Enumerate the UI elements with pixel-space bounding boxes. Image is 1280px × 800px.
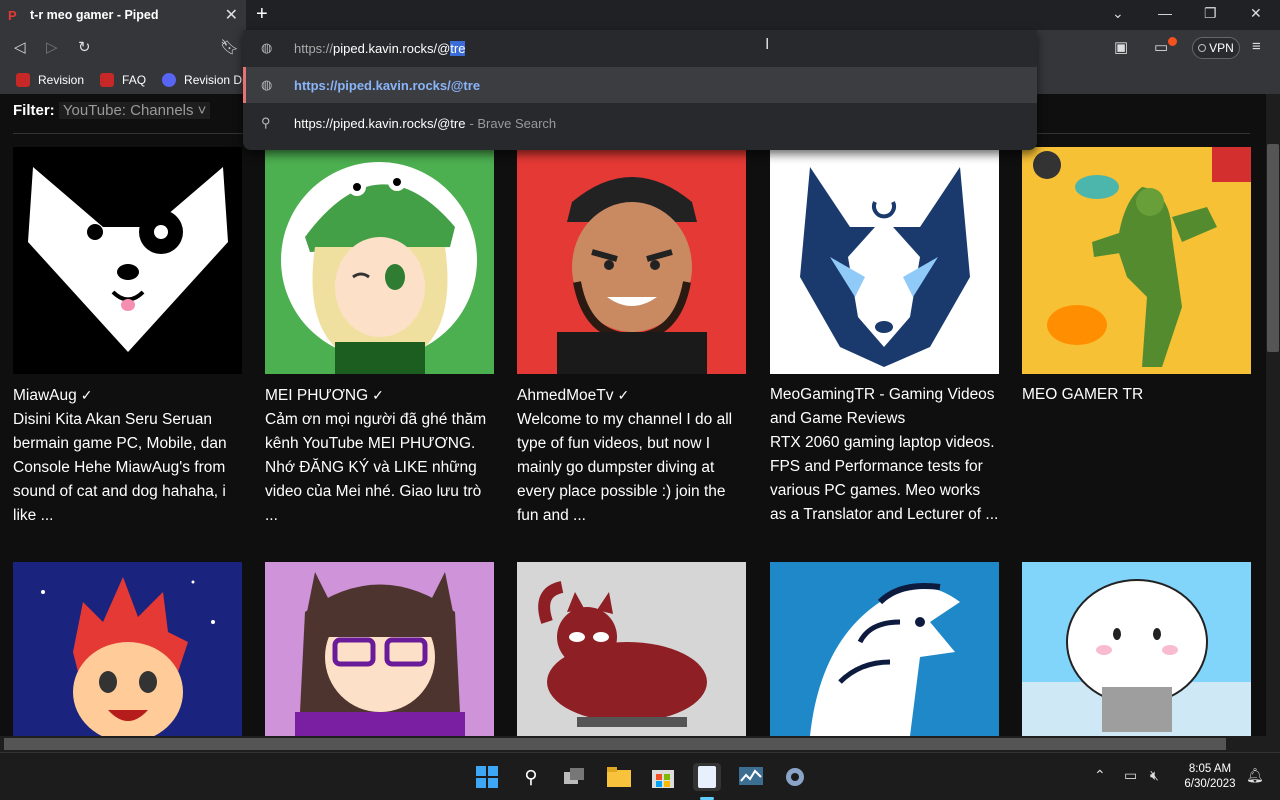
suggestion-url[interactable]: ◍ https://piped.kavin.rocks/@tre [243,67,1037,103]
bookmark-faq[interactable]: FAQ [100,73,146,87]
bookmark-revision-discord[interactable]: Revision Di [162,73,245,87]
channel-avatar-cat-ears-girl[interactable] [265,562,494,736]
vpn-label: VPN [1209,41,1234,55]
revision-favicon-icon [16,73,30,87]
url-host: piped.kavin.rocks/@ [333,40,451,56]
store-icon[interactable] [649,763,677,791]
vertical-scroll-thumb[interactable] [1267,144,1279,352]
channel-card[interactable]: AhmedMoeTv ✓ Welcome to my channel I do a… [517,147,746,528]
page-content: Filter: YouTube: Channels ˅ MiawAug ✓ Dis… [0,94,1266,736]
notepad-icon[interactable] [693,763,721,791]
channel-card[interactable]: MiawAug ✓ Disini Kita Akan Seru Seruan be… [13,147,242,528]
tab-search-chevron-icon[interactable]: ⌄ [1112,5,1124,22]
channel-name: AhmedMoeTv [517,387,614,404]
search-engine-hint: - Brave Search [469,115,557,131]
search-icon: ⚲ [261,115,271,130]
bookmark-icon[interactable]: 🔖︎ [220,38,239,56]
task-view-icon[interactable] [561,763,589,791]
close-tab-icon[interactable]: ✕ [225,5,238,25]
file-explorer-icon[interactable] [605,763,633,791]
bookmark-label: Revision Di [184,73,245,87]
text-cursor-icon: I [765,36,770,53]
horizontal-scroll-thumb[interactable] [4,738,1226,750]
channel-avatar-deadpool-cat[interactable] [517,562,746,736]
address-text: https://piped.kavin.rocks/@tre [294,40,466,56]
start-icon[interactable] [473,763,501,791]
bookmark-revision[interactable]: Revision [16,73,84,87]
channel-name: MEI PHƯƠNG [265,387,369,404]
filter-select[interactable]: YouTube: Channels ˅ [58,102,211,119]
meo-gamer-tr-avatar [1022,147,1251,374]
sidebar-icon[interactable]: ▣ [1114,38,1128,56]
channel-description: Cảm ơn mọi người đã ghé thăm kênh YouTub… [265,411,487,524]
channel-card[interactable]: MeoGamingTR - Gaming Videos and Game Rev… [770,147,999,527]
channel-name: MEO GAMER TR [1022,386,1144,403]
resource-monitor-icon[interactable] [737,763,765,791]
channel-name-line: AhmedMoeTv ✓ [517,383,746,408]
notification-dot-icon [1168,37,1177,46]
mei-phuong-avatar [265,147,494,374]
channel-avatar-white-blob[interactable] [1022,562,1251,736]
clock-time: 8:05 AM [1188,763,1232,775]
channel-description: Welcome to my channel I do all type of f… [517,411,733,524]
bookmark-label: FAQ [122,73,147,87]
miawaug-avatar [13,147,242,374]
faq-favicon-icon [100,73,115,87]
globe-icon: ◍ [261,77,273,92]
meogamingtr-avatar [770,147,999,374]
filter-label: Filter: [13,102,55,119]
taskbar: ⚲ ⌃ ▭ 🔇︎ 8:05 AM 6/30/2023 🔔︎ [0,752,1280,800]
channel-avatar-white-horse[interactable] [770,562,999,736]
settings-gear-icon[interactable] [781,763,809,791]
filter-value: YouTube: Channels [62,102,194,119]
back-icon[interactable]: ◁ [14,38,26,56]
channel-name-line: MiawAug ✓ [13,383,242,408]
menu-icon[interactable]: ≡ [1252,38,1261,55]
search-icon[interactable]: ⚲ [517,763,545,791]
suggestion-search-text: https://piped.kavin.rocks/@tre - Brave Se… [294,116,556,131]
network-icon[interactable]: ▭ [1124,767,1137,784]
vpn-button[interactable]: VPN [1192,37,1240,59]
piped-favicon-icon: P [8,7,17,23]
window-close-icon[interactable]: ✕ [1250,5,1262,22]
channel-description: Disini Kita Akan Seru Seruan bermain gam… [13,411,227,524]
minimize-icon[interactable]: — [1158,5,1172,21]
verified-check-icon: ✓ [617,387,630,403]
ahmedmoetv-avatar [517,147,746,374]
active-tab[interactable]: P t-r meo gamer - Piped ✕ [0,0,246,30]
search-query: https://piped.kavin.rocks/@tre [294,115,466,131]
new-tab-icon[interactable]: + [256,3,268,26]
channel-description: RTX 2060 gaming laptop videos. FPS and P… [770,434,999,523]
restore-icon[interactable]: ❐ [1204,5,1217,22]
verified-check-icon: ✓ [372,387,384,403]
globe-icon: ◍ [261,40,273,55]
channel-avatar-red-hair[interactable] [13,562,242,736]
system-clock[interactable]: 8:05 AM 6/30/2023 [1180,762,1240,792]
url-selected-text: tre [450,40,466,56]
url-scheme: https:// [294,40,334,56]
tab-strip: P t-r meo gamer - Piped ✕ + ⌄ — ❐ ✕ [0,0,1280,30]
wallet-icon[interactable]: ▭ [1154,38,1168,56]
forward-icon[interactable]: ▷ [46,38,58,56]
clock-date: 6/30/2023 [1184,778,1236,790]
channel-card[interactable]: MEO GAMER TR [1022,147,1251,407]
channel-card[interactable]: MEI PHƯƠNG ✓ Cảm ơn mọi người đã ghé thăm… [265,147,494,528]
channel-name-line: MEI PHƯƠNG ✓ [265,383,494,408]
suggestion-url-text: https://piped.kavin.rocks/@tre [294,77,481,93]
discord-favicon-icon [162,73,177,87]
tray-chevron-up-icon[interactable]: ⌃ [1094,767,1106,784]
notifications-icon[interactable]: 🔔︎ [1246,767,1264,784]
tab-title: t-r meo gamer - Piped [30,8,159,22]
channel-name: MiawAug [13,387,77,404]
channel-name: MeoGamingTR - Gaming Videos and Game Rev… [770,386,995,427]
omnibox-dropdown: ◍ https://piped.kavin.rocks/@tre I ◍ htt… [243,30,1037,150]
reload-icon[interactable]: ↻ [78,38,91,56]
verified-check-icon: ✓ [80,387,93,403]
bookmark-label: Revision [38,73,85,87]
address-input[interactable]: ◍ https://piped.kavin.rocks/@tre I [243,30,1037,66]
vpn-status-icon [1198,44,1207,52]
filter-bar: Filter: YouTube: Channels ˅ [13,102,211,119]
suggestion-search[interactable]: ⚲ https://piped.kavin.rocks/@tre - Brave … [243,105,1037,141]
volume-muted-icon[interactable]: 🔇︎ [1150,767,1159,784]
